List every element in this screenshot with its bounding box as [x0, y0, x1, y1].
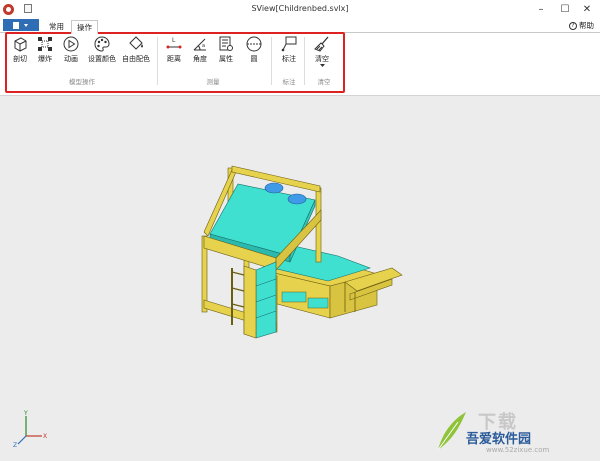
z-axis-line [17, 435, 27, 445]
watermark-url: www.52zixue.com [486, 446, 550, 454]
axis-x-label: X [43, 433, 47, 440]
close-button[interactable]: ✕ [576, 1, 598, 17]
help-button[interactable]: ? 帮助 [569, 20, 594, 31]
help-label: 帮助 [579, 21, 594, 30]
highlight-frame [5, 32, 345, 93]
axis-z-label: Z [13, 442, 17, 448]
minimize-button[interactable]: – [530, 1, 552, 17]
file-menu-button[interactable] [3, 19, 39, 31]
title-bar: SView[Childrenbed.svlx] – ☐ ✕ [0, 0, 600, 18]
maximize-button[interactable]: ☐ [554, 1, 576, 17]
watermark-site-name: 吾爱软件园 [466, 432, 532, 447]
axis-y-label: Y [23, 410, 28, 417]
document-icon [13, 21, 28, 29]
tab-operate[interactable]: 操作 [71, 20, 98, 34]
axis-triad: Y X Z [13, 410, 47, 448]
feather-logo-icon [437, 412, 466, 451]
help-icon: ? [569, 21, 577, 30]
window-title: SView[Childrenbed.svlx] [251, 4, 349, 13]
tab-home[interactable]: 常用 [44, 20, 69, 32]
watermark: 下载 吾爱软件园 www.52zixue.com [430, 402, 590, 458]
